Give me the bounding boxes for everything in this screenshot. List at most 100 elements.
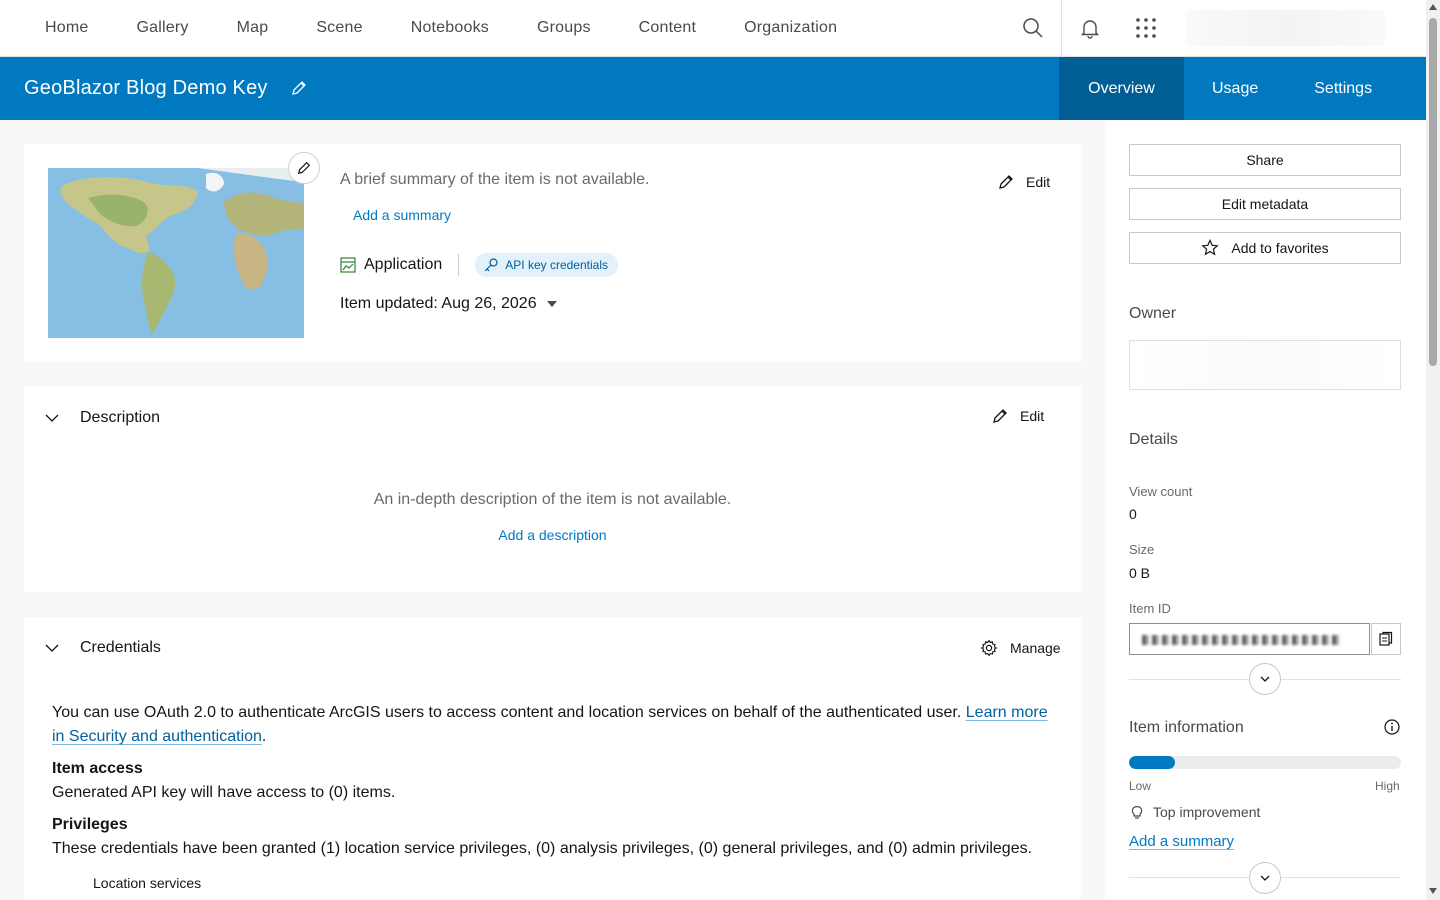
app-launcher-icon <box>1136 18 1156 38</box>
search-button[interactable] <box>1005 0 1061 56</box>
notifications-button[interactable] <box>1062 0 1118 56</box>
gear-icon <box>980 639 998 657</box>
pencil-icon <box>999 175 1013 189</box>
summary-card: A brief summary of the item is not avail… <box>24 144 1081 362</box>
nav-home[interactable]: Home <box>21 19 112 37</box>
edit-thumbnail-button[interactable] <box>288 152 320 184</box>
meter-low-label: Low <box>1129 779 1152 793</box>
search-icon <box>1023 18 1043 38</box>
caret-down-icon <box>546 301 557 307</box>
item-access-text: Generated API key will have access to (0… <box>52 784 396 801</box>
edit-description-button[interactable]: Edit <box>992 408 1044 424</box>
description-card: Description Edit An in-depth description… <box>24 387 1081 592</box>
item-header: GeoBlazor Blog Demo Key Overview Usage S… <box>0 57 1426 120</box>
credentials-toggle[interactable]: Credentials <box>44 637 161 659</box>
description-toggle[interactable]: Description <box>44 407 160 429</box>
edit-label: Edit <box>1020 408 1045 424</box>
intro-text: You can use OAuth 2.0 to authenticate Ar… <box>52 704 966 721</box>
scroll-down-arrow[interactable] <box>1429 888 1437 894</box>
app-launcher-button[interactable] <box>1118 0 1174 56</box>
pencil-icon <box>292 81 306 95</box>
sidebar: Share Edit metadata Add to favorites Own… <box>1105 120 1426 900</box>
page-title: GeoBlazor Blog Demo Key <box>24 77 268 99</box>
nav-map[interactable]: Map <box>213 19 293 37</box>
manage-label: Manage <box>1010 640 1061 656</box>
info-icon <box>1384 719 1400 735</box>
copy-item-id-button[interactable] <box>1371 623 1401 655</box>
item-information-meter <box>1129 756 1401 769</box>
edit-summary-button[interactable]: Edit <box>998 174 1050 190</box>
add-summary-link-sidebar[interactable]: Add a summary <box>1129 833 1234 850</box>
location-services-label: Location services <box>93 875 202 891</box>
details-heading: Details <box>1129 431 1178 448</box>
nav-notebooks[interactable]: Notebooks <box>387 19 513 37</box>
redacted-item-id <box>1142 635 1342 645</box>
copy-icon <box>1379 631 1393 646</box>
key-icon <box>484 258 498 272</box>
meter-fill <box>1129 756 1176 769</box>
chevron-down-icon <box>1260 875 1270 881</box>
tab-overview[interactable]: Overview <box>1059 57 1184 120</box>
chevron-down-icon <box>44 410 60 426</box>
edit-label: Edit <box>1026 174 1051 190</box>
scrollbar-thumb[interactable] <box>1429 18 1437 366</box>
nav-gallery[interactable]: Gallery <box>112 19 212 37</box>
edit-title-button[interactable] <box>288 77 310 99</box>
chevron-down-icon <box>1260 676 1270 682</box>
credentials-body: You can use OAuth 2.0 to authenticate Ar… <box>52 701 1062 895</box>
add-to-favorites-button[interactable]: Add to favorites <box>1129 232 1401 264</box>
scroll-up-arrow[interactable] <box>1429 4 1437 10</box>
share-button[interactable]: Share <box>1129 144 1401 176</box>
application-icon <box>340 257 356 273</box>
add-description-link[interactable]: Add a description <box>498 527 606 543</box>
item-tabs: Overview Usage Settings <box>1059 57 1400 120</box>
chevron-down-icon <box>44 640 60 656</box>
type-divider <box>458 254 460 276</box>
manage-credentials-button[interactable]: Manage <box>980 639 1061 657</box>
owner-heading: Owner <box>1129 305 1177 322</box>
edit-metadata-button[interactable]: Edit metadata <box>1129 188 1401 220</box>
expand-details-button[interactable] <box>1249 663 1281 695</box>
lightbulb-icon <box>1131 806 1143 819</box>
item-thumbnail <box>48 168 304 338</box>
add-description-row: Add a description <box>24 527 1081 545</box>
info-button[interactable] <box>1384 719 1400 740</box>
nav-links: Home Gallery Map Scene Notebooks Groups … <box>21 0 861 56</box>
favorites-label: Add to favorites <box>1231 240 1329 256</box>
top-improvement-label: Top improvement <box>1153 804 1261 820</box>
meter-high-label: High <box>1375 779 1400 793</box>
description-placeholder: An in-depth description of the item is n… <box>373 491 732 508</box>
nav-content[interactable]: Content <box>615 19 720 37</box>
nav-groups[interactable]: Groups <box>513 19 615 37</box>
page-scrollbar[interactable] <box>1426 0 1440 900</box>
credentials-intro: You can use OAuth 2.0 to authenticate Ar… <box>52 701 1062 749</box>
credentials-card: Credentials Manage You can use OAuth 2.0… <box>24 617 1081 900</box>
user-menu[interactable] <box>1185 10 1385 46</box>
nav-tools <box>1005 0 1174 56</box>
add-summary-link[interactable]: Add a summary <box>353 207 451 223</box>
bell-icon <box>1080 20 1100 39</box>
size-value: 0 B <box>1129 565 1151 581</box>
expand-item-information-button[interactable] <box>1249 862 1281 894</box>
top-improvement: Top improvement <box>1129 804 1260 820</box>
nav-organization[interactable]: Organization <box>720 19 861 37</box>
item-type-label: Application <box>364 256 443 273</box>
view-count-value: 0 <box>1129 506 1137 522</box>
item-updated-dropdown[interactable]: Item updated: Aug 26, 2026 <box>340 295 557 313</box>
world-map-image <box>48 168 304 338</box>
pencil-icon <box>993 409 1007 423</box>
nav-scene[interactable]: Scene <box>292 19 386 37</box>
privileges-text: These credentials have been granted (1) … <box>52 840 1033 857</box>
tab-settings[interactable]: Settings <box>1286 57 1400 120</box>
item-id-field[interactable] <box>1129 623 1370 655</box>
tab-usage[interactable]: Usage <box>1184 57 1286 120</box>
api-key-badge: API key credentials <box>475 253 618 277</box>
top-navigation: Home Gallery Map Scene Notebooks Groups … <box>0 0 1426 57</box>
view-count-label: View count <box>1129 484 1193 499</box>
privileges-heading: Privileges <box>52 816 128 833</box>
badge-label: API key credentials <box>505 258 608 272</box>
item-id-label: Item ID <box>1129 601 1171 616</box>
owner-card[interactable] <box>1129 340 1401 390</box>
description-heading: Description <box>80 409 161 426</box>
item-access-heading: Item access <box>52 760 143 777</box>
